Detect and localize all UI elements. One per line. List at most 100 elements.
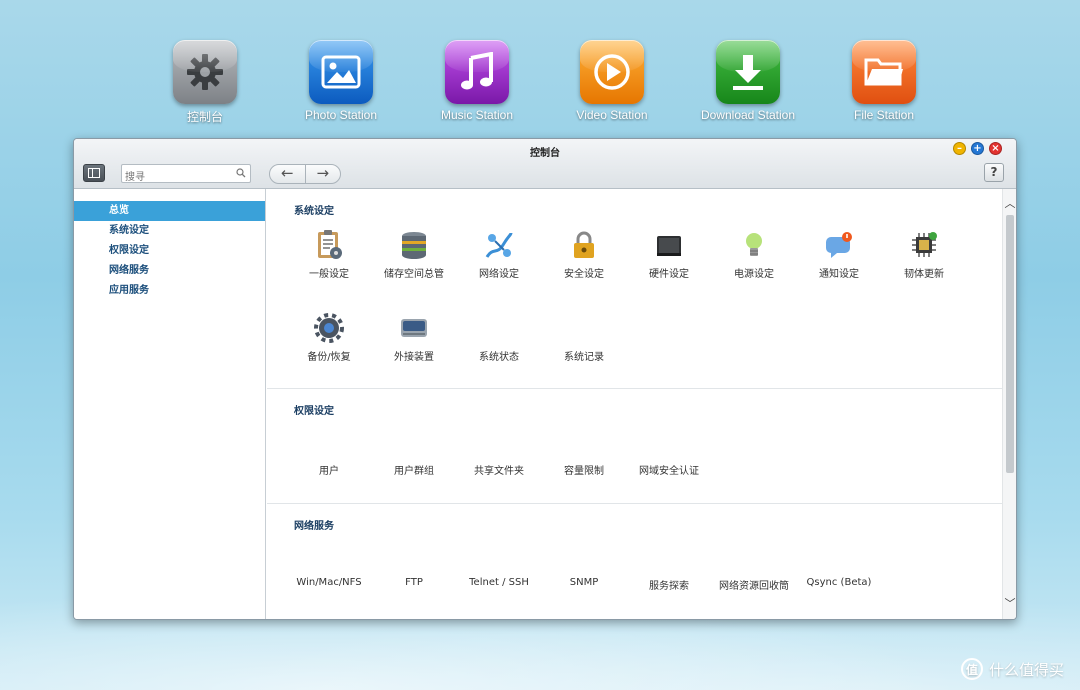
item-system-logs[interactable]: 系统记录 bbox=[539, 312, 629, 363]
control-panel-window: 控制台 – + × ← → ? 总览 系统设定 权限设定 网络服务 应用服务 系… bbox=[73, 138, 1017, 620]
item-qsync[interactable]: Qsync (Beta) bbox=[794, 577, 884, 588]
item-notification-settings[interactable]: 通知设定 bbox=[794, 229, 884, 280]
section-title: 网络服务 bbox=[294, 521, 334, 532]
lightbulb-icon bbox=[738, 229, 770, 261]
dock-app-download-station[interactable]: Download Station bbox=[678, 40, 818, 122]
item-label: 韧体更新 bbox=[904, 269, 944, 280]
search-icon[interactable] bbox=[236, 168, 246, 178]
forward-button[interactable]: → bbox=[304, 165, 341, 183]
app-dock: 控制台 Photo Station Music Station Video St… bbox=[0, 40, 1080, 130]
notification-icon bbox=[823, 229, 855, 261]
item-service-discovery[interactable]: 服务探索 bbox=[624, 577, 714, 592]
sidebar-icon bbox=[88, 168, 100, 178]
sidebar-item-network-services[interactable]: 网络服务 bbox=[74, 261, 265, 281]
scrollbar[interactable]: ︿ ﹀ bbox=[1002, 189, 1016, 619]
item-external-device[interactable]: 外接装置 bbox=[369, 312, 459, 363]
dock-label: Music Station bbox=[440, 108, 514, 122]
item-label: Win/Mac/NFS bbox=[296, 577, 362, 588]
item-label: 一般设定 bbox=[309, 269, 349, 280]
logs-icon bbox=[568, 312, 600, 344]
database-icon bbox=[398, 229, 430, 261]
gear-icon bbox=[173, 40, 237, 104]
chip-icon bbox=[908, 229, 940, 261]
item-user-groups[interactable]: 用户群组 bbox=[369, 462, 459, 477]
item-label: 备份/恢复 bbox=[307, 352, 351, 363]
dock-label: File Station bbox=[853, 108, 915, 122]
section-privilege-settings: 权限设定 用户 用户群组 共享文件夹 容量限制 网域安全认证 bbox=[267, 389, 1002, 504]
network-icon bbox=[483, 229, 515, 261]
toggle-sidebar-button[interactable] bbox=[83, 164, 105, 182]
help-button[interactable]: ? bbox=[984, 163, 1004, 182]
item-label: Qsync (Beta) bbox=[806, 577, 872, 588]
item-label: FTP bbox=[405, 577, 423, 588]
scroll-thumb[interactable] bbox=[1006, 215, 1014, 473]
music-note-icon bbox=[445, 40, 509, 104]
item-power-settings[interactable]: 电源设定 bbox=[709, 229, 799, 280]
search-box bbox=[121, 164, 251, 186]
item-label: Telnet / SSH bbox=[469, 577, 529, 588]
backup-gear-icon bbox=[313, 312, 345, 344]
window-titlebar: 控制台 – + × ← → ? bbox=[74, 139, 1016, 189]
sidebar-item-applications[interactable]: 应用服务 bbox=[74, 281, 265, 301]
section-title: 系统设定 bbox=[294, 206, 334, 217]
folder-icon bbox=[852, 40, 916, 104]
sidebar-item-privilege-settings[interactable]: 权限设定 bbox=[74, 241, 265, 261]
item-network-recycle-bin[interactable]: 网络资源回收筒 bbox=[709, 577, 799, 592]
item-firmware-update[interactable]: 韧体更新 bbox=[879, 229, 969, 280]
item-general-settings[interactable]: 一般设定 bbox=[284, 229, 374, 280]
item-hardware-settings[interactable]: 硬件设定 bbox=[624, 229, 714, 280]
item-win-mac-nfs[interactable]: Win/Mac/NFS bbox=[284, 577, 374, 588]
window-title: 控制台 bbox=[530, 148, 560, 159]
item-label: 系统状态 bbox=[479, 352, 519, 363]
watermark-logo: 值 bbox=[960, 658, 983, 680]
section-system-settings: 系统设定 一般设定 储存空间总管 网络设定 安全设定 硬件设定 电源设定 通知设… bbox=[267, 189, 1002, 389]
search-input[interactable] bbox=[122, 169, 232, 186]
minimize-button[interactable]: – bbox=[953, 142, 966, 155]
download-icon bbox=[716, 40, 780, 104]
item-shared-folders[interactable]: 共享文件夹 bbox=[454, 462, 544, 477]
item-network-settings[interactable]: 网络设定 bbox=[454, 229, 544, 280]
dock-app-video-station[interactable]: Video Station bbox=[542, 40, 682, 122]
item-label: 网域安全认证 bbox=[639, 466, 699, 477]
nav-buttons: ← → bbox=[269, 164, 341, 184]
section-title: 权限设定 bbox=[294, 406, 334, 417]
item-label: SNMP bbox=[569, 577, 599, 588]
item-label: 储存空间总管 bbox=[384, 269, 444, 280]
item-users[interactable]: 用户 bbox=[284, 462, 374, 477]
item-storage-manager[interactable]: 储存空间总管 bbox=[369, 229, 459, 280]
item-system-status[interactable]: 系统状态 bbox=[454, 312, 544, 363]
item-label: 通知设定 bbox=[819, 269, 859, 280]
play-icon bbox=[580, 40, 644, 104]
item-label: 用户群组 bbox=[394, 466, 434, 477]
close-button[interactable]: × bbox=[989, 142, 1002, 155]
dock-label: 控制台 bbox=[186, 110, 223, 124]
lock-icon bbox=[568, 229, 600, 261]
item-telnet-ssh[interactable]: Telnet / SSH bbox=[454, 577, 544, 588]
item-backup-restore[interactable]: 备份/恢复 bbox=[284, 312, 374, 363]
status-icon bbox=[483, 312, 515, 344]
dock-app-photo-station[interactable]: Photo Station bbox=[271, 40, 411, 122]
main-content: 系统设定 一般设定 储存空间总管 网络设定 安全设定 硬件设定 电源设定 通知设… bbox=[267, 189, 1002, 619]
dock-app-file-station[interactable]: File Station bbox=[814, 40, 954, 122]
dock-label: Photo Station bbox=[304, 108, 378, 122]
back-button[interactable]: ← bbox=[270, 165, 305, 183]
dock-app-music-station[interactable]: Music Station bbox=[407, 40, 547, 122]
scroll-up-icon[interactable]: ︿ bbox=[1003, 197, 1016, 211]
item-snmp[interactable]: SNMP bbox=[539, 577, 629, 588]
item-label: 容量限制 bbox=[564, 466, 604, 477]
photo-icon bbox=[309, 40, 373, 104]
sidebar: 总览 系统设定 权限设定 网络服务 应用服务 bbox=[74, 189, 266, 619]
maximize-button[interactable]: + bbox=[971, 142, 984, 155]
item-security-settings[interactable]: 安全设定 bbox=[539, 229, 629, 280]
item-domain-security[interactable]: 网域安全认证 bbox=[624, 462, 714, 477]
item-label: 电源设定 bbox=[734, 269, 774, 280]
item-ftp[interactable]: FTP bbox=[369, 577, 459, 588]
sidebar-item-system-settings[interactable]: 系统设定 bbox=[74, 221, 265, 241]
watermark-text: 什么值得买 bbox=[988, 660, 1064, 679]
sidebar-item-overview[interactable]: 总览 bbox=[74, 201, 265, 221]
scroll-down-icon[interactable]: ﹀ bbox=[1003, 597, 1016, 611]
dock-label: Video Station bbox=[576, 108, 648, 122]
item-label: 安全设定 bbox=[564, 269, 604, 280]
item-quota[interactable]: 容量限制 bbox=[539, 462, 629, 477]
dock-app-control-panel[interactable]: 控制台 bbox=[135, 40, 275, 125]
